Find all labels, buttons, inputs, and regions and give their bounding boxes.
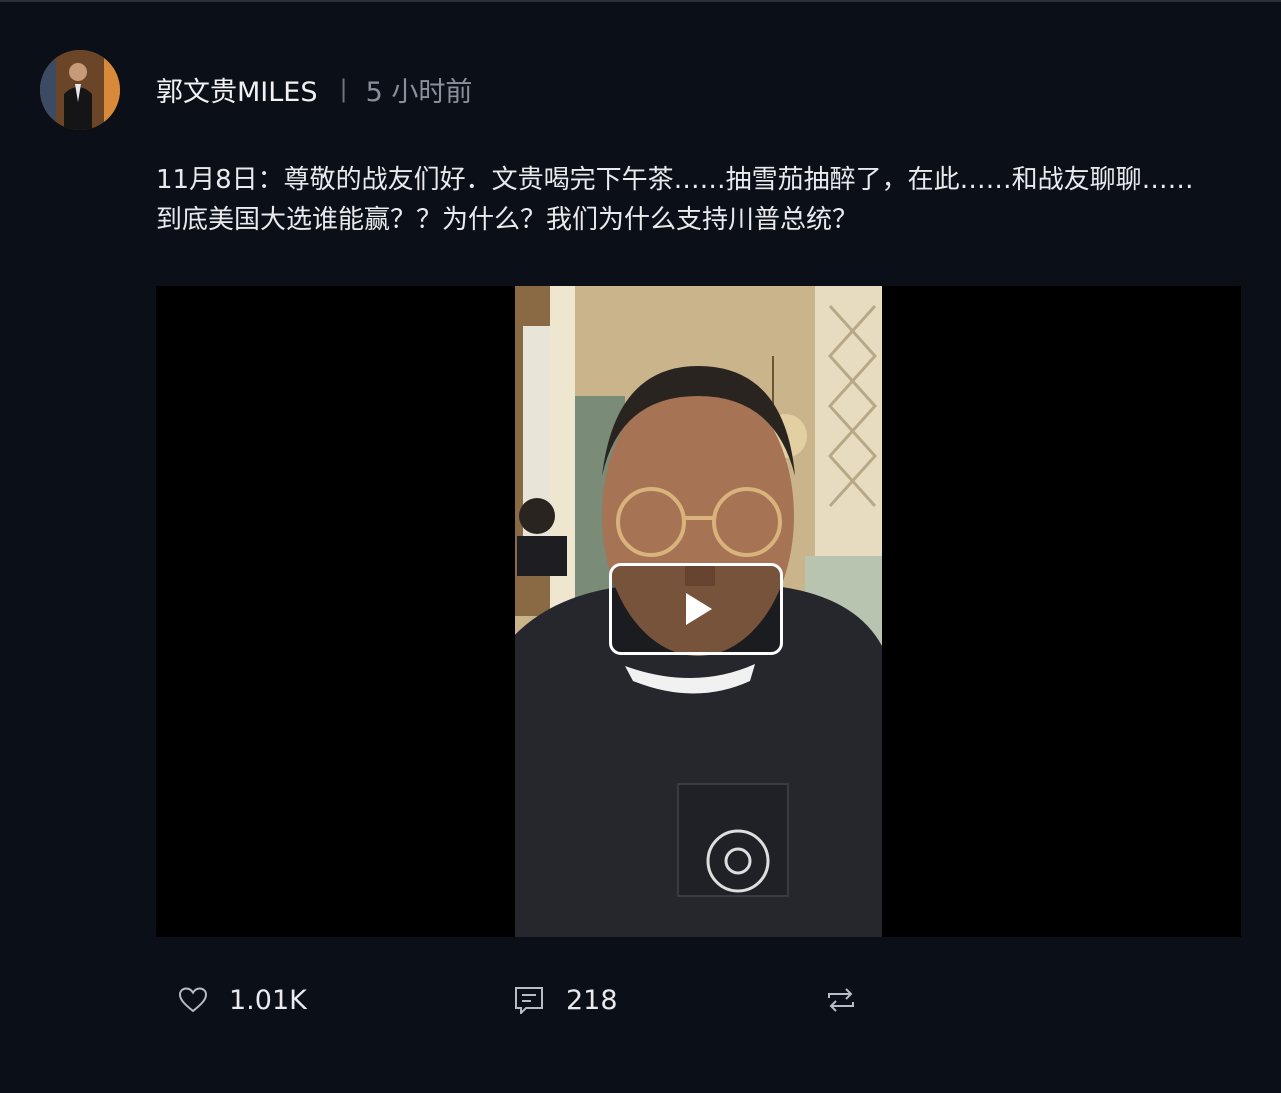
- comment-count: 218: [566, 984, 618, 1016]
- author-avatar[interactable]: [40, 50, 120, 130]
- comment-icon: [515, 987, 543, 1014]
- post-card: 郭文贵MILES | 5 小时前 11月8日：尊敬的战友们好．文贵喝完下午茶………: [0, 0, 1281, 1093]
- author-name[interactable]: 郭文贵MILES: [156, 70, 318, 109]
- like-button[interactable]: 1.01K: [179, 978, 307, 1022]
- repost-icon: [828, 988, 854, 1012]
- heart-icon: [179, 987, 207, 1013]
- like-count: 1.01K: [229, 984, 307, 1016]
- video-player[interactable]: [156, 286, 1241, 937]
- repost-button[interactable]: [826, 978, 856, 1022]
- play-icon: [686, 593, 712, 625]
- user-avatar-photo-icon: [40, 50, 120, 130]
- post-actions: 1.01K 218: [0, 978, 1281, 1022]
- header-separator: |: [339, 75, 348, 103]
- play-button[interactable]: [609, 563, 783, 655]
- comment-button[interactable]: 218: [514, 978, 618, 1022]
- post-header: 郭文贵MILES | 5 小时前: [156, 70, 472, 108]
- post-text: 11月8日：尊敬的战友们好．文贵喝完下午茶……抽雪茄抽醉了，在此……和战友聊聊……: [156, 165, 1194, 235]
- post-timestamp: 5 小时前: [365, 76, 473, 108]
